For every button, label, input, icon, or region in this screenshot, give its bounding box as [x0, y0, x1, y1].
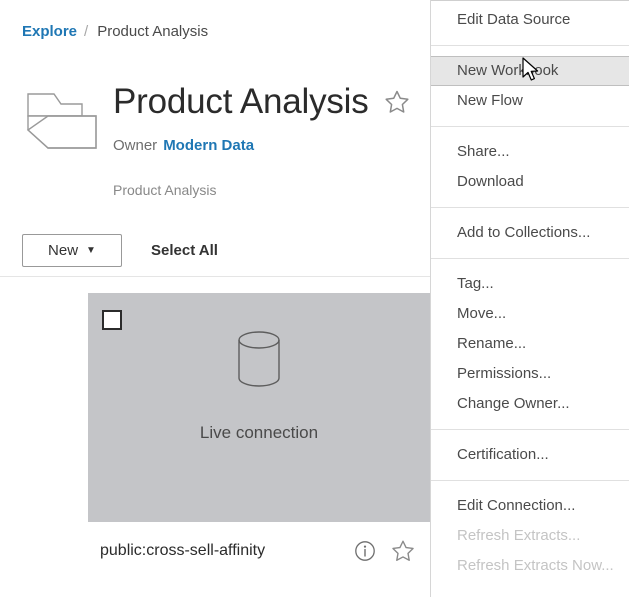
breadcrumb: Explore / Product Analysis	[22, 22, 208, 42]
menu-item-change-owner[interactable]: Change Owner...	[431, 389, 629, 419]
menu-item-move[interactable]: Move...	[431, 299, 629, 329]
datasource-status-text: Live connection	[199, 423, 319, 442]
new-button-label: New	[48, 242, 79, 259]
menu-item-add-to-collections[interactable]: Add to Collections...	[431, 218, 629, 248]
toolbar-divider	[0, 276, 430, 277]
owner-row: Owner Modern Data	[113, 136, 254, 156]
menu-item-tag[interactable]: Tag...	[431, 269, 629, 299]
menu-item-certification[interactable]: Certification...	[431, 440, 629, 470]
context-menu-top-edge	[431, 0, 629, 1]
menu-item-new-workbook[interactable]: New Workbook	[431, 56, 629, 86]
breadcrumb-separator: /	[84, 23, 89, 40]
menu-item-refresh-extracts: Refresh Extracts...	[457, 527, 581, 544]
new-button[interactable]: New ▼	[22, 234, 122, 267]
datasource-card[interactable]: Live connection public:cross-sell-affini…	[88, 293, 430, 580]
page-title: Product Analysis	[113, 82, 369, 121]
breadcrumb-link-explore[interactable]: Explore	[22, 23, 77, 40]
menu-item-refresh-extracts-now: Refresh Extracts Now...	[457, 557, 614, 574]
toolbar: New ▼ Select All	[0, 234, 430, 277]
description-text: Product Analysis	[113, 182, 217, 198]
context-menu-list: Edit Data Source New Workbook New Flow Shar…	[431, 5, 629, 581]
owner-name-link[interactable]: Modern Data	[163, 137, 254, 154]
info-circle-icon[interactable]	[354, 540, 376, 562]
breadcrumb-current: Product Analysis	[97, 23, 209, 40]
datasource-select-checkbox[interactable]	[102, 310, 122, 330]
star-outline-icon[interactable]	[383, 88, 411, 116]
owner-label: Owner	[113, 137, 158, 154]
star-outline-icon[interactable]	[390, 538, 416, 564]
menu-item-download[interactable]: Download	[431, 167, 629, 197]
database-cylinder-icon	[238, 331, 280, 387]
menu-item-new-flow[interactable]: New Flow	[431, 86, 629, 116]
menu-item-share[interactable]: Share...	[431, 137, 629, 167]
datasource-name[interactable]: public:cross-sell-affinity	[100, 542, 340, 560]
menu-separator	[431, 429, 629, 430]
menu-separator	[431, 126, 629, 127]
menu-separator	[431, 207, 629, 208]
title-row: Product Analysis	[113, 78, 430, 126]
menu-item-edit-connection[interactable]: Edit Connection...	[431, 491, 629, 521]
select-all-button[interactable]: Select All	[151, 234, 218, 267]
chevron-down-icon: ▼	[86, 244, 96, 256]
menu-separator	[431, 480, 629, 481]
menu-item-edit-data-source[interactable]: Edit Data Source	[431, 5, 629, 35]
datasource-thumbnail[interactable]: Live connection	[88, 293, 430, 522]
content-pane: Explore / Product Analysis Product Analysi…	[0, 0, 430, 597]
menu-separator	[431, 258, 629, 259]
menu-separator	[431, 45, 629, 46]
context-menu: Edit Data Source New Workbook New Flow Shar…	[430, 0, 629, 597]
folder-icon	[26, 93, 97, 149]
datasource-card-footer: public:cross-sell-affinity	[88, 522, 430, 580]
menu-item-permissions[interactable]: Permissions...	[431, 359, 629, 389]
menu-item-rename[interactable]: Rename...	[431, 329, 629, 359]
